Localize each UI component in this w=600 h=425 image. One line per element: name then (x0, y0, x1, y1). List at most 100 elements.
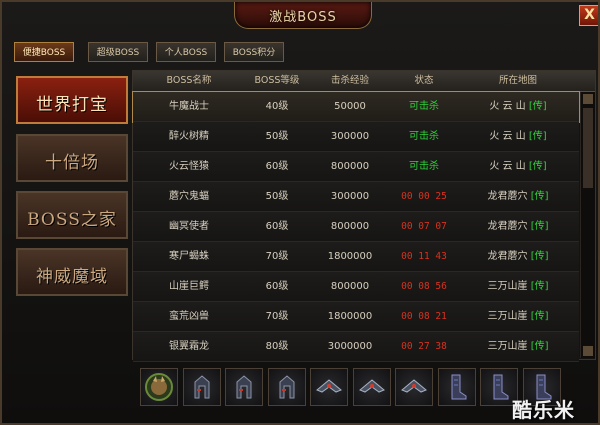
table-row[interactable]: 银翼霜龙 80级 3000000 00 27 38 三万山崖 [传] (133, 332, 579, 362)
boss-level-cell: 80级 (265, 341, 289, 352)
map-name: 龙君蘑穴 (487, 191, 528, 202)
boss-level-cell: 60级 (265, 221, 289, 232)
map-name: 三万山崖 (487, 281, 528, 292)
table-row[interactable]: 醉火树精 50级 300000 可击杀 火 云 山 [传] (133, 122, 579, 152)
kill-exp-cell: 3000000 (327, 341, 373, 352)
table-row[interactable]: 寒尸蝎蛛 70级 1800000 00 11 43 龙君蘑穴 [传] (133, 242, 579, 272)
scroll-up-arrow[interactable] (583, 94, 593, 104)
scroll-down-arrow[interactable] (583, 346, 593, 356)
boss-level-cell: 50级 (265, 131, 289, 142)
table-row[interactable]: 火云怪猿 60级 800000 可击杀 火 云 山 [传] (133, 152, 579, 182)
sidebar-item-label: 神威魔域 (36, 267, 108, 287)
tab-quick-boss[interactable]: 便捷BOSS (14, 42, 74, 62)
drop-item-slot[interactable] (140, 368, 178, 406)
map-cell: 龙君蘑穴 [传] (457, 212, 579, 241)
column-header-name: BOSS名称 (166, 75, 212, 86)
kill-exp-cell: 800000 (330, 281, 370, 292)
kill-exp-cell: 1800000 (327, 311, 373, 322)
map-cell: 火 云 山 [传] (457, 152, 579, 181)
tab-super-boss[interactable]: 超级BOSS (88, 42, 148, 62)
boss-table: BOSS名称 BOSS等级 击杀经验 状态 所在地图 牛魔战士 40级 50000 可… (132, 70, 596, 362)
map-name: 火 云 山 (489, 161, 526, 172)
teleport-link[interactable]: [传] (529, 101, 547, 112)
table-row[interactable]: 山崖巨鳄 60级 800000 00 08 56 三万山崖 [传] (133, 272, 579, 302)
boss-name-cell: 幽冥使者 (169, 221, 209, 232)
sidebar-item-world-treasure[interactable]: 世界打宝 (16, 76, 128, 124)
status-cell: 00 07 07 (401, 221, 447, 232)
table-row[interactable]: 幽冥使者 60级 800000 00 07 07 龙君蘑穴 [传] (133, 212, 579, 242)
map-cell: 火 云 山 [传] (457, 92, 579, 121)
scrollbar[interactable] (580, 92, 595, 358)
tab-personal-boss[interactable]: 个人BOSS (156, 42, 216, 62)
watermark-text: 酷乐米 (512, 398, 575, 422)
teleport-link[interactable]: [传] (531, 251, 549, 262)
map-cell: 三万山崖 [传] (457, 302, 579, 331)
map-cell: 龙君蘑穴 [传] (457, 182, 579, 211)
table-row[interactable]: 蘑穴鬼蝠 50级 300000 00 00 25 龙君蘑穴 [传] (133, 182, 579, 212)
drop-item-slot[interactable] (182, 368, 221, 406)
teleport-link[interactable]: [传] (531, 281, 549, 292)
drop-item-slot[interactable] (352, 368, 391, 406)
teleport-link[interactable]: [传] (531, 191, 549, 202)
boss-name-cell: 醉火树精 (169, 131, 209, 142)
table-row[interactable]: 牛魔战士 40级 50000 可击杀 火 云 山 [传] (132, 91, 580, 123)
column-header-exp: 击杀经验 (330, 75, 369, 86)
boss-window: 激战BOSS X 便捷BOSS 超级BOSS 个人BOSS BOSS积分 世界打… (0, 0, 600, 425)
boss-name-cell: 寒尸蝎蛛 (169, 251, 209, 262)
sidebar-item-boss-home[interactable]: BOSS之家 (16, 191, 128, 239)
kill-exp-cell: 800000 (330, 161, 370, 172)
drop-item-slot[interactable] (267, 368, 306, 406)
table-row[interactable]: 蛮荒凶兽 70级 1800000 00 08 21 三万山崖 [传] (133, 302, 579, 332)
status-cell: 可击杀 (409, 161, 439, 172)
status-cell: 00 11 43 (401, 251, 447, 262)
boss-name-cell: 火云怪猿 (169, 161, 209, 172)
boss-level-cell: 40级 (265, 101, 289, 112)
column-header-level: BOSS等级 (254, 75, 300, 86)
boss-level-cell: 60级 (265, 161, 289, 172)
map-name: 三万山崖 (487, 341, 528, 352)
boss-level-cell: 50级 (265, 191, 289, 202)
status-cell: 可击杀 (409, 131, 439, 142)
teleport-link[interactable]: [传] (529, 131, 547, 142)
sidebar-item-label: BOSS之家 (27, 210, 117, 230)
drop-item-slot[interactable] (310, 368, 348, 406)
teleport-link[interactable]: [传] (531, 341, 549, 352)
kill-exp-cell: 300000 (330, 191, 370, 202)
column-header-status: 状态 (414, 75, 434, 86)
status-cell: 00 00 25 (401, 191, 447, 202)
title-banner: 激战BOSS (234, 2, 372, 29)
sidebar-item-divine-domain[interactable]: 神威魔域 (16, 248, 128, 296)
map-name: 火 云 山 (489, 101, 526, 112)
scroll-thumb[interactable] (583, 108, 593, 188)
column-header-map: 所在地图 (498, 75, 537, 86)
kill-exp-cell: 300000 (330, 131, 370, 142)
boss-level-cell: 70级 (265, 311, 289, 322)
boss-name-cell: 蘑穴鬼蝠 (169, 191, 209, 202)
kill-exp-cell: 50000 (334, 101, 366, 112)
boss-level-cell: 60级 (265, 281, 289, 292)
boss-name-cell: 蛮荒凶兽 (169, 311, 209, 322)
status-cell: 可击杀 (409, 101, 439, 112)
tab-boss-points[interactable]: BOSS积分 (224, 42, 284, 62)
map-cell: 火 云 山 [传] (457, 122, 579, 151)
map-cell: 三万山崖 [传] (457, 272, 579, 301)
table-header: BOSS名称 BOSS等级 击杀经验 状态 所在地图 (133, 71, 595, 92)
kill-exp-cell: 800000 (330, 221, 370, 232)
boss-name-cell: 牛魔战士 (169, 101, 209, 112)
boss-name-cell: 银翼霜龙 (169, 341, 209, 352)
status-cell: 00 08 21 (401, 311, 447, 322)
map-name: 龙君蘑穴 (487, 251, 528, 262)
status-cell: 00 27 38 (401, 341, 447, 352)
boss-level-cell: 70级 (265, 251, 289, 262)
close-button[interactable]: X (579, 5, 598, 26)
drop-item-slot[interactable] (437, 368, 476, 406)
boss-name-cell: 山崖巨鳄 (169, 281, 209, 292)
window-title: 激战BOSS (269, 10, 337, 25)
drop-item-slot[interactable] (225, 368, 263, 406)
drop-item-slot[interactable] (395, 368, 433, 406)
teleport-link[interactable]: [传] (531, 311, 549, 322)
teleport-link[interactable]: [传] (531, 221, 549, 232)
map-cell: 三万山崖 [传] (457, 332, 579, 361)
sidebar-item-ten-times[interactable]: 十倍场 (16, 134, 128, 182)
teleport-link[interactable]: [传] (529, 161, 547, 172)
